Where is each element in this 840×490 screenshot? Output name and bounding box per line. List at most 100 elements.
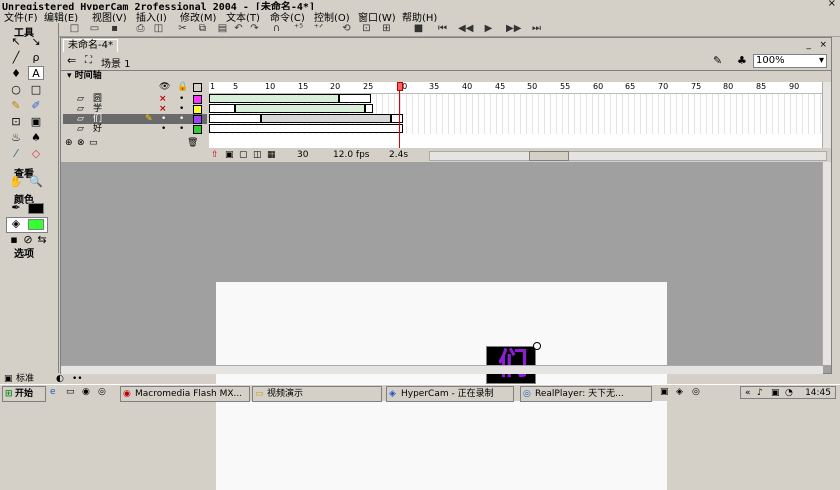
cut-icon[interactable]: ✂	[176, 23, 189, 35]
ime-icon[interactable]: ◔	[785, 387, 793, 399]
eyedropper-tool-icon[interactable]: ⁄	[8, 147, 24, 161]
static-frames[interactable]	[209, 104, 235, 113]
lasso-tool-icon[interactable]: ρ	[28, 51, 44, 65]
lock-dot-icon[interactable]: •	[179, 94, 184, 104]
static-frames[interactable]	[209, 124, 403, 133]
hand-tool-icon[interactable]: ✋	[8, 175, 24, 189]
align-icon[interactable]: ⊞	[380, 23, 393, 35]
add-layer-icon[interactable]: ⊕	[65, 138, 73, 148]
back-arrow-icon[interactable]: ⇐	[67, 54, 76, 67]
tray-app-icon[interactable]: ◎	[692, 387, 700, 397]
motion-tween[interactable]	[235, 104, 365, 113]
paste-icon[interactable]: ▤	[216, 23, 229, 35]
copy-icon[interactable]: ⧉	[196, 23, 209, 35]
swap-colors-icon[interactable]: ⇆	[34, 233, 50, 247]
network-icon[interactable]: ▣	[771, 387, 780, 399]
frame-row[interactable]	[209, 124, 827, 134]
add-guide-icon[interactable]: ⊗	[77, 138, 85, 148]
static-frames[interactable]	[365, 104, 373, 113]
edit-multiple-icon[interactable]: ◫	[253, 150, 262, 161]
timeline-vscroll[interactable]	[822, 82, 831, 148]
zoom-tool-icon[interactable]: 🔍	[28, 175, 44, 189]
frames-grid[interactable]: 1 5 10 15 20 25 30 35 40 45 50 55 60 65 …	[209, 82, 827, 148]
frame-row[interactable]	[209, 94, 827, 104]
ink-bottle-tool-icon[interactable]: ♨	[8, 131, 24, 145]
layer-row-selected[interactable]: ▱ 们 ✎ • •	[63, 114, 207, 124]
print-preview-icon[interactable]: ◫	[152, 23, 165, 35]
layer-color-swatch[interactable]	[193, 115, 202, 124]
rectangle-tool-icon[interactable]: □	[28, 83, 44, 97]
edit-symbol-icon[interactable]: ♣	[737, 54, 747, 67]
frame-row[interactable]	[209, 114, 827, 124]
frame-row[interactable]	[209, 104, 827, 114]
dots-icon[interactable]: ••	[72, 374, 83, 384]
eye-header-icon[interactable]: 👁	[159, 82, 170, 92]
minimize-icon[interactable]: _	[807, 40, 812, 50]
tray-arrow-icon[interactable]: «	[745, 387, 751, 399]
quicklaunch-icon[interactable]: ◎	[98, 387, 106, 397]
edit-scene-icon[interactable]: ✎	[713, 54, 722, 67]
undo-icon[interactable]: ↶	[232, 23, 245, 35]
transform-handle[interactable]	[533, 342, 541, 350]
lock-header-icon[interactable]: 🔒	[177, 82, 188, 92]
close-doc-icon[interactable]: ×	[819, 40, 827, 50]
redo-icon[interactable]: ↷	[248, 23, 261, 35]
paint-bucket-tool-icon[interactable]: ♠	[28, 131, 44, 145]
open-folder-icon[interactable]: ▭	[88, 23, 101, 35]
motion-tween[interactable]	[209, 94, 339, 103]
visible-dot-icon[interactable]: •	[161, 114, 166, 124]
visible-dot-icon[interactable]: •	[161, 124, 166, 134]
static-frames[interactable]	[209, 114, 261, 123]
text-tool-icon[interactable]: A	[28, 66, 44, 80]
fill-transform-tool-icon[interactable]: ▣	[28, 115, 44, 129]
subselect-tool-icon[interactable]: ↘	[28, 35, 44, 49]
zoom-select[interactable]: 100% ▾	[753, 54, 827, 68]
show-desktop-icon[interactable]: ▭	[66, 387, 75, 397]
lock-dot-icon[interactable]: •	[179, 114, 184, 124]
step-forward-icon[interactable]: ▶▶	[506, 23, 521, 35]
lock-dot-icon[interactable]: •	[179, 124, 184, 134]
stroke-color-swatch[interactable]	[28, 203, 44, 214]
document-tab[interactable]: 未命名-4*	[63, 39, 118, 52]
layer-color-swatch[interactable]	[193, 105, 202, 114]
pen-tool-icon[interactable]: ♦	[8, 67, 24, 81]
stroke-color-icon[interactable]: ✒	[8, 201, 24, 215]
play-icon[interactable]: ▶	[482, 23, 495, 35]
eraser-tool-icon[interactable]: ◇	[28, 147, 44, 161]
fill-color-icon[interactable]: ◈	[8, 217, 24, 231]
motion-tween[interactable]	[261, 114, 391, 123]
arrow-tool-icon[interactable]: ↖	[8, 35, 24, 49]
delete-layer-icon[interactable]: 🗑	[187, 138, 198, 148]
onion-outline-icon[interactable]: ▢	[239, 150, 248, 161]
timeline-hscroll[interactable]	[429, 151, 827, 161]
lock-dot-icon[interactable]: •	[179, 104, 184, 114]
layer-color-swatch[interactable]	[193, 95, 202, 104]
close-icon[interactable]: ×	[828, 0, 836, 9]
straighten-icon[interactable]: ⁺ᐟ	[312, 23, 325, 35]
smooth-icon[interactable]: ⁺⁵	[292, 23, 305, 35]
ie-icon[interactable]: e	[50, 387, 56, 397]
add-folder-icon[interactable]: ▭	[89, 138, 98, 148]
free-transform-tool-icon[interactable]: ⊡	[8, 115, 24, 129]
magnet-icon[interactable]: ∩	[270, 23, 283, 35]
volume-icon[interactable]: ♪	[757, 387, 763, 399]
hidden-icon[interactable]: ×	[159, 94, 167, 104]
media-icon[interactable]: ◉	[82, 387, 90, 397]
hidden-icon[interactable]: ×	[159, 104, 167, 114]
outline-header-icon[interactable]	[193, 83, 202, 92]
stop-icon[interactable]: ■	[412, 23, 425, 35]
standard-icon[interactable]: ▣	[4, 374, 13, 384]
layer-color-swatch[interactable]	[193, 125, 202, 134]
rewind-icon[interactable]: ⏮	[436, 23, 449, 35]
fast-forward-icon[interactable]: ⏭	[530, 23, 543, 35]
tray-app-icon[interactable]: ◈	[676, 387, 683, 397]
line-tool-icon[interactable]: ╱	[8, 51, 24, 65]
stage-vscroll[interactable]	[822, 162, 831, 365]
brush-tool-icon[interactable]: ✐	[28, 99, 44, 113]
center-frame-icon[interactable]: ⇧	[211, 150, 219, 161]
tray-app-icon[interactable]: ▣	[660, 387, 669, 397]
new-file-icon[interactable]: □	[68, 23, 81, 35]
modify-markers-icon[interactable]: ▦	[267, 150, 276, 161]
scale-icon[interactable]: ⊡	[360, 23, 373, 35]
onion-skin-icon[interactable]: ▣	[225, 150, 234, 161]
